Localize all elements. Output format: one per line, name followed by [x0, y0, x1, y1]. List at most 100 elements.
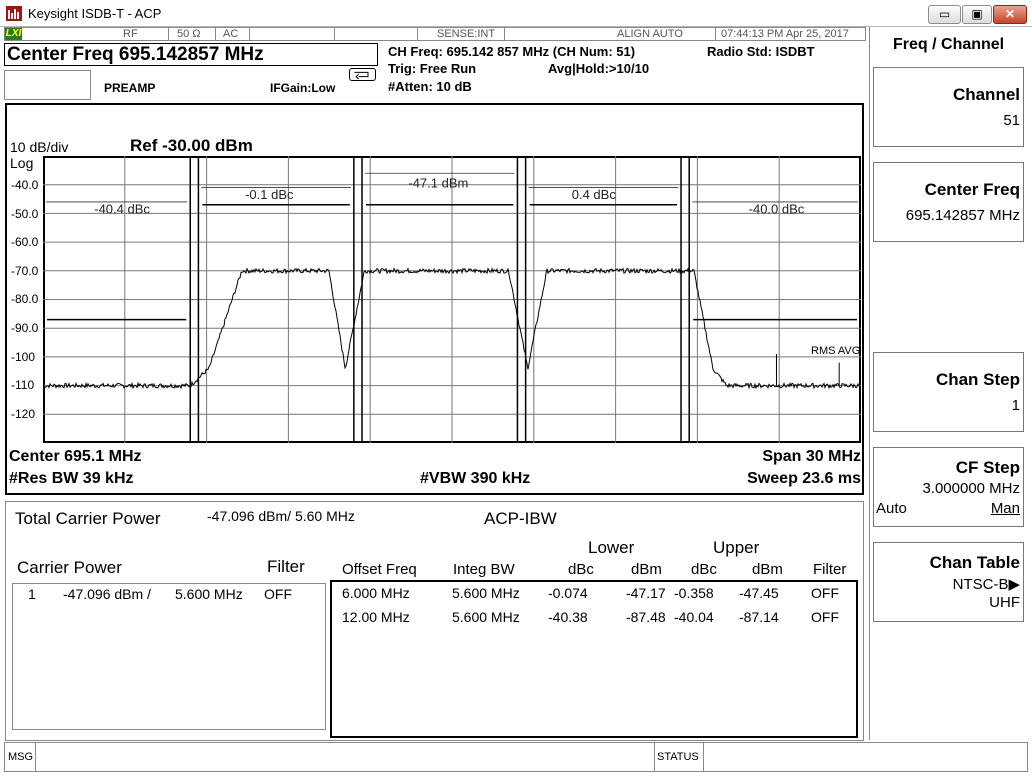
- ref-level-label: Ref -30.00 dBm: [130, 136, 253, 155]
- chan-step-value: 1: [1011, 397, 1020, 414]
- chan-table-value: NTSC-B▶: [952, 576, 1020, 593]
- y-tick-label: -80.0: [11, 292, 39, 307]
- row-offset-freq: 12.00 MHz: [342, 609, 410, 625]
- y-tick-label: -120: [11, 406, 36, 421]
- total-carrier-power-value: -47.096 dBm/ 5.60 MHz: [207, 508, 355, 524]
- cf-step-value: 3.000000 MHz: [922, 480, 1020, 497]
- y-tick-label: -100: [11, 349, 36, 364]
- y-tick-label: -110: [11, 378, 35, 393]
- upper-header: Upper: [713, 538, 760, 557]
- carrier-power-value: -47.096 dBm /: [63, 586, 151, 602]
- carrier-num: 1: [28, 586, 36, 602]
- cf-step-man[interactable]: Man: [991, 500, 1020, 517]
- col-lower-dbm: dBm: [631, 561, 662, 578]
- softkey-center-freq[interactable]: Center Freq 695.142857 MHz: [873, 162, 1024, 242]
- sense-label: SENSE:INT: [437, 28, 496, 40]
- chan-table-label: Chan Table: [929, 553, 1020, 572]
- row-upper-dbc: -0.358: [674, 585, 714, 601]
- carrier-power-label: Carrier Power: [17, 558, 122, 577]
- radio-std-label: Radio Std: ISDBT: [707, 44, 815, 59]
- cf-step-auto[interactable]: Auto: [876, 500, 907, 517]
- entry-box: [4, 70, 91, 100]
- col-offset-freq: Offset Freq: [342, 561, 417, 578]
- window-title: Keysight ISDB-T - ACP: [28, 6, 162, 21]
- preamp-label: PREAMP: [104, 81, 156, 95]
- span-label: Span 30 MHz: [762, 448, 861, 465]
- atten-label: #Atten: 10 dB: [388, 79, 472, 94]
- row-filter: OFF: [811, 585, 839, 601]
- trigger-label: Trig: Free Run: [388, 61, 477, 76]
- row-lower-dbc: -40.38: [548, 609, 588, 625]
- row-integ-bw: 5.600 MHz: [452, 585, 520, 601]
- row-offset-freq: 6.000 MHz: [342, 585, 410, 601]
- carrier-power-list: [12, 583, 326, 730]
- y-tick-label: -50.0: [11, 206, 39, 221]
- keysight-app-icon: [6, 6, 22, 21]
- maximize-button[interactable]: ▣: [962, 5, 992, 24]
- channel-label: 0.4 dBc: [572, 187, 617, 202]
- channel-label: -40.4 dBc: [94, 201, 150, 216]
- channel-value: 51: [1003, 112, 1020, 129]
- col-filter: Filter: [813, 561, 847, 578]
- y-tick-label: -70.0: [11, 263, 39, 278]
- offset-table: [330, 580, 858, 738]
- avg-hold-label: Avg|Hold:>10/10: [548, 61, 650, 76]
- softkey-channel[interactable]: Channel 51: [873, 67, 1024, 147]
- row-upper-dbc: -40.04: [674, 609, 714, 625]
- minimize-button[interactable]: ▭: [928, 5, 961, 24]
- impedance-label: 50 Ω: [177, 28, 201, 40]
- row-integ-bw: 5.600 MHz: [452, 609, 520, 625]
- softkey-chan-table[interactable]: Chan Table NTSC-B▶ UHF: [873, 542, 1024, 622]
- vbw-label: #VBW 390 kHz: [420, 470, 531, 487]
- col-upper-dbm: dBm: [752, 561, 783, 578]
- channel-label: -40.0 dBc: [749, 201, 805, 216]
- col-lower-dbc: dBc: [568, 561, 594, 578]
- cf-step-label: CF Step: [955, 458, 1020, 477]
- ifgain-label: IFGain:Low: [270, 81, 336, 95]
- return-icon: [349, 68, 376, 81]
- instrument-status-row: LXI RF 50 Ω AC SENSE:INT ALIGN AUTO 07:4…: [4, 27, 866, 41]
- channel-label: Channel: [952, 85, 1020, 104]
- log-label: Log: [10, 155, 34, 171]
- align-label: ALIGN AUTO: [617, 28, 683, 40]
- spectrum-plot: -40.4 dBc -0.1 dBc -47.1 dBm 0.4 dBc -40.0 d…: [43, 156, 861, 443]
- col-upper-dbc: dBc: [691, 561, 717, 578]
- y-tick-label: -90.0: [11, 321, 39, 335]
- center-freq-label: Center Freq: [924, 180, 1020, 199]
- lower-header: Lower: [588, 538, 635, 557]
- row-lower-dbc: -0.074: [548, 585, 588, 601]
- carrier-filter-label: Filter: [267, 557, 305, 576]
- detector-label: RMS AVG: [811, 345, 860, 357]
- ch-freq-label: CH Freq: 695.142 857 MHz (CH Num: 51): [388, 44, 636, 59]
- close-button[interactable]: ✕: [993, 5, 1027, 24]
- status-label: STATUS: [657, 751, 699, 763]
- row-upper-dbm: -87.14: [739, 609, 779, 625]
- datetime-label: 07:44:13 PM Apr 25, 2017: [721, 28, 849, 40]
- channel-label: -0.1 dBc: [245, 187, 294, 202]
- softkey-cf-step[interactable]: CF Step 3.000000 MHz Auto Man: [873, 447, 1024, 527]
- carrier-bw-value: 5.600 MHz: [175, 586, 243, 602]
- res-bw-label: #Res BW 39 kHz: [9, 470, 134, 487]
- center-freq-readout: Center Freq 695.142857 MHz: [4, 43, 378, 66]
- carrier-filter-value: OFF: [264, 586, 292, 602]
- row-filter: OFF: [811, 609, 839, 625]
- msg-label: MSG: [8, 751, 34, 763]
- lxi-badge: LXI: [5, 28, 22, 40]
- y-tick-label: -40.0: [11, 178, 39, 192]
- bottom-status-bar: MSG STATUS: [4, 742, 1028, 772]
- row-lower-dbm: -87.48: [626, 609, 666, 625]
- menu-title: Freq / Channel: [893, 36, 1005, 53]
- scale-label: 10 dB/div: [10, 139, 69, 155]
- center-freq-value: 695.142857 MHz: [905, 207, 1020, 224]
- chan-step-label: Chan Step: [935, 370, 1020, 389]
- softkey-chan-step[interactable]: Chan Step 1: [873, 352, 1024, 432]
- chan-table-value2: UHF: [989, 594, 1020, 611]
- channel-label: -47.1 dBm: [408, 176, 468, 191]
- sweep-label: Sweep 23.6 ms: [747, 470, 861, 487]
- rf-input-label: RF: [123, 28, 138, 40]
- col-integ-bw: Integ BW: [453, 561, 515, 578]
- total-carrier-power-label: Total Carrier Power: [15, 509, 161, 528]
- center-label: Center 695.1 MHz: [9, 448, 142, 465]
- row-upper-dbm: -47.45: [739, 585, 779, 601]
- mode-label: ACP-IBW: [484, 509, 557, 528]
